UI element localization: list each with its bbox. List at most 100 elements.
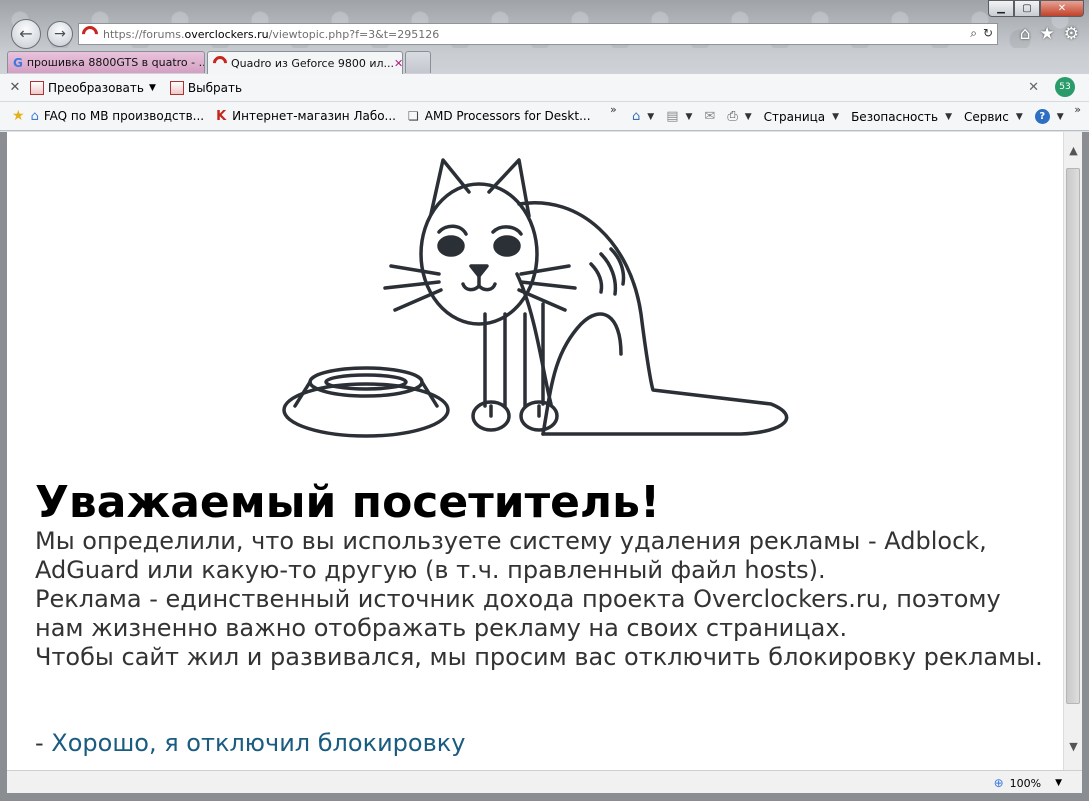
home-icon: ⌂ — [632, 109, 641, 124]
chevron-down-icon: ▼ — [1015, 111, 1023, 122]
favorite-label: FAQ по МВ производств... — [43, 109, 205, 123]
message-line: Чтобы сайт жил и развивался, мы просим в… — [35, 643, 1043, 671]
page-menu-label: Страница — [763, 109, 826, 124]
command-bar-close-icon[interactable]: ✕ — [0, 80, 30, 95]
select-icon — [169, 80, 184, 95]
chevron-down-icon: ▼ — [647, 111, 655, 122]
page-menu[interactable]: Страница ▼ — [764, 110, 839, 124]
sad-cat-illustration — [282, 158, 789, 438]
select-label: Выбрать — [187, 80, 243, 95]
scroll-up-icon[interactable]: ▲ — [1064, 144, 1083, 162]
toolbar-more-chevron-icon[interactable]: » — [1074, 103, 1081, 116]
tab-label: Quadro из Geforce 9800 ил... — [231, 56, 395, 70]
help-icon: ? — [1034, 109, 1050, 124]
mail-icon: ✉ — [704, 109, 716, 124]
safety-menu[interactable]: Безопасность ▼ — [851, 110, 952, 124]
print-menu[interactable]: ⎙ ▼ — [727, 109, 751, 124]
url-text[interactable]: https://forums.overclockers.ru/viewtopic… — [103, 28, 439, 41]
select-button[interactable]: Выбрать — [169, 80, 243, 95]
confirm-prefix: - — [35, 729, 52, 757]
forward-button[interactable]: → — [47, 21, 73, 47]
gear-icon[interactable]: ⚙ — [1064, 24, 1079, 44]
zoom-level: 100% — [1009, 776, 1042, 790]
vertical-scrollbar[interactable]: ▲ ▼ — [1063, 132, 1082, 770]
chevron-down-icon: ▼ — [832, 111, 840, 122]
url-domain: overclockers.ru — [184, 27, 269, 41]
adblock-message: Мы определили, что вы используете систем… — [35, 527, 1055, 672]
maximize-button[interactable]: ▢ — [1014, 0, 1040, 17]
page-icon: ❏ — [408, 109, 419, 123]
favorite-label: Интернет-магазин Лабо... — [232, 109, 396, 123]
chevron-down-icon: ▼ — [148, 82, 156, 93]
refresh-icon[interactable]: ↻ — [983, 26, 993, 41]
help-menu[interactable]: ? ▼ — [1034, 109, 1064, 124]
new-tab-button[interactable] — [405, 51, 431, 73]
url-prefix: https://forums. — [103, 27, 185, 41]
search-icon[interactable]: ⌕ — [970, 26, 977, 41]
feeds-menu[interactable]: ▤ ▼ — [666, 109, 692, 124]
favorite-label: AMD Processors for Deskt... — [424, 109, 591, 123]
adblock-disabled-link[interactable]: Хорошо, я отключил блокировку — [51, 729, 465, 757]
site-favicon-icon — [78, 22, 102, 46]
favorites-more-chevron-icon[interactable]: » — [610, 103, 617, 116]
safety-menu-label: Безопасность — [851, 109, 939, 124]
ie-toolbar: ⌂ ▼ ▤ ▼ ✉ ⎙ ▼ Страница ▼ Безопасность ▼ Серви… — [632, 102, 1076, 131]
page-title: Уважаемый посетитель! — [35, 477, 661, 528]
command-bar-right-close-icon[interactable]: ✕ — [1028, 80, 1039, 95]
favorite-item-shop[interactable]: K Интернет-магазин Лабо... — [216, 109, 396, 124]
favorite-item-faq[interactable]: ⌂ FAQ по МВ производств... — [31, 109, 205, 124]
cat-body — [471, 201, 789, 436]
pdf-icon — [30, 80, 44, 95]
rss-icon: ▤ — [666, 109, 679, 124]
confirm-line: - Хорошо, я отключил блокировку — [35, 729, 465, 757]
printer-icon: ⎙ — [727, 109, 738, 124]
chevron-down-icon: ▼ — [945, 111, 952, 122]
home-icon[interactable]: ⌂ — [1020, 24, 1031, 44]
food-bowl-icon — [282, 366, 450, 438]
zoom-control[interactable]: ⊕ 100% ▼ — [994, 776, 1062, 790]
message-line: Реклама - единственный источник дохода п… — [35, 585, 1001, 613]
browser-right-icons: ⌂ ★ ⚙ — [1020, 24, 1079, 44]
home-link-icon: ⌂ — [30, 108, 39, 124]
kaspersky-icon: K — [216, 108, 227, 124]
page-viewport: Уважаемый посетитель! Мы определили, что… — [7, 132, 1063, 770]
message-line: AdGuard или какую-то другую (в т.ч. прав… — [35, 556, 826, 584]
back-button[interactable]: ← — [11, 19, 41, 49]
tab-close-icon[interactable]: ✕ — [394, 57, 402, 70]
google-icon: G — [13, 55, 23, 70]
message-line: Мы определили, что вы используете систем… — [35, 527, 987, 555]
window-controls: ▁ ▢ ✕ — [988, 0, 1084, 17]
frame-bottom — [0, 793, 1089, 801]
scrollbar-thumb[interactable] — [1066, 168, 1080, 704]
home-menu[interactable]: ⌂ ▼ — [632, 109, 654, 124]
minimize-button[interactable]: ▁ — [988, 0, 1014, 17]
zoom-icon: ⊕ — [993, 776, 1004, 790]
chevron-down-icon: ▼ — [685, 111, 693, 122]
scroll-down-icon[interactable]: ▼ — [1064, 740, 1083, 758]
close-window-button[interactable]: ✕ — [1040, 0, 1084, 17]
chevron-down-icon: ▼ — [744, 111, 752, 122]
convert-button[interactable]: Преобразовать ▼ — [30, 80, 156, 95]
tab-strip: G прошивка 8800GTS в quatro - ... Quadro… — [7, 51, 433, 74]
chevron-down-icon: ▼ — [1056, 111, 1064, 122]
tab-firmware[interactable]: G прошивка 8800GTS в quatro - ... — [7, 51, 205, 73]
address-bar[interactable]: https://forums.overclockers.ru/viewtopic… — [78, 22, 998, 46]
command-bar: ✕ Преобразовать ▼ Выбрать ✕ 53 — [0, 74, 1089, 102]
service-menu-label: Сервис — [963, 109, 1009, 124]
tab-quadro[interactable]: Quadro из Geforce 9800 ил... ✕ — [207, 51, 403, 74]
chevron-down-icon: ▼ — [1055, 778, 1062, 788]
status-bar: ⊕ 100% ▼ — [7, 770, 1082, 793]
service-menu[interactable]: Сервис ▼ — [964, 110, 1023, 124]
overclockers-icon — [210, 53, 230, 73]
favorites-star-icon[interactable]: ★ — [1040, 24, 1055, 44]
cat-head — [383, 158, 577, 326]
favorites-add-icon[interactable]: ★ — [12, 108, 25, 124]
url-suffix: /viewtopic.php?f=3&t=295126 — [268, 27, 440, 41]
convert-label: Преобразовать — [48, 80, 144, 95]
tab-label: прошивка 8800GTS в quatro - ... — [26, 56, 205, 69]
extension-badge[interactable]: 53 — [1055, 77, 1075, 97]
favorite-item-amd[interactable]: ❏ AMD Processors for Deskt... — [408, 109, 591, 123]
address-tools: ⌕ ↻ — [970, 26, 993, 41]
mail-button[interactable]: ✉ — [704, 109, 715, 124]
message-line: нам жизненно важно отображать рекламу на… — [35, 614, 848, 642]
